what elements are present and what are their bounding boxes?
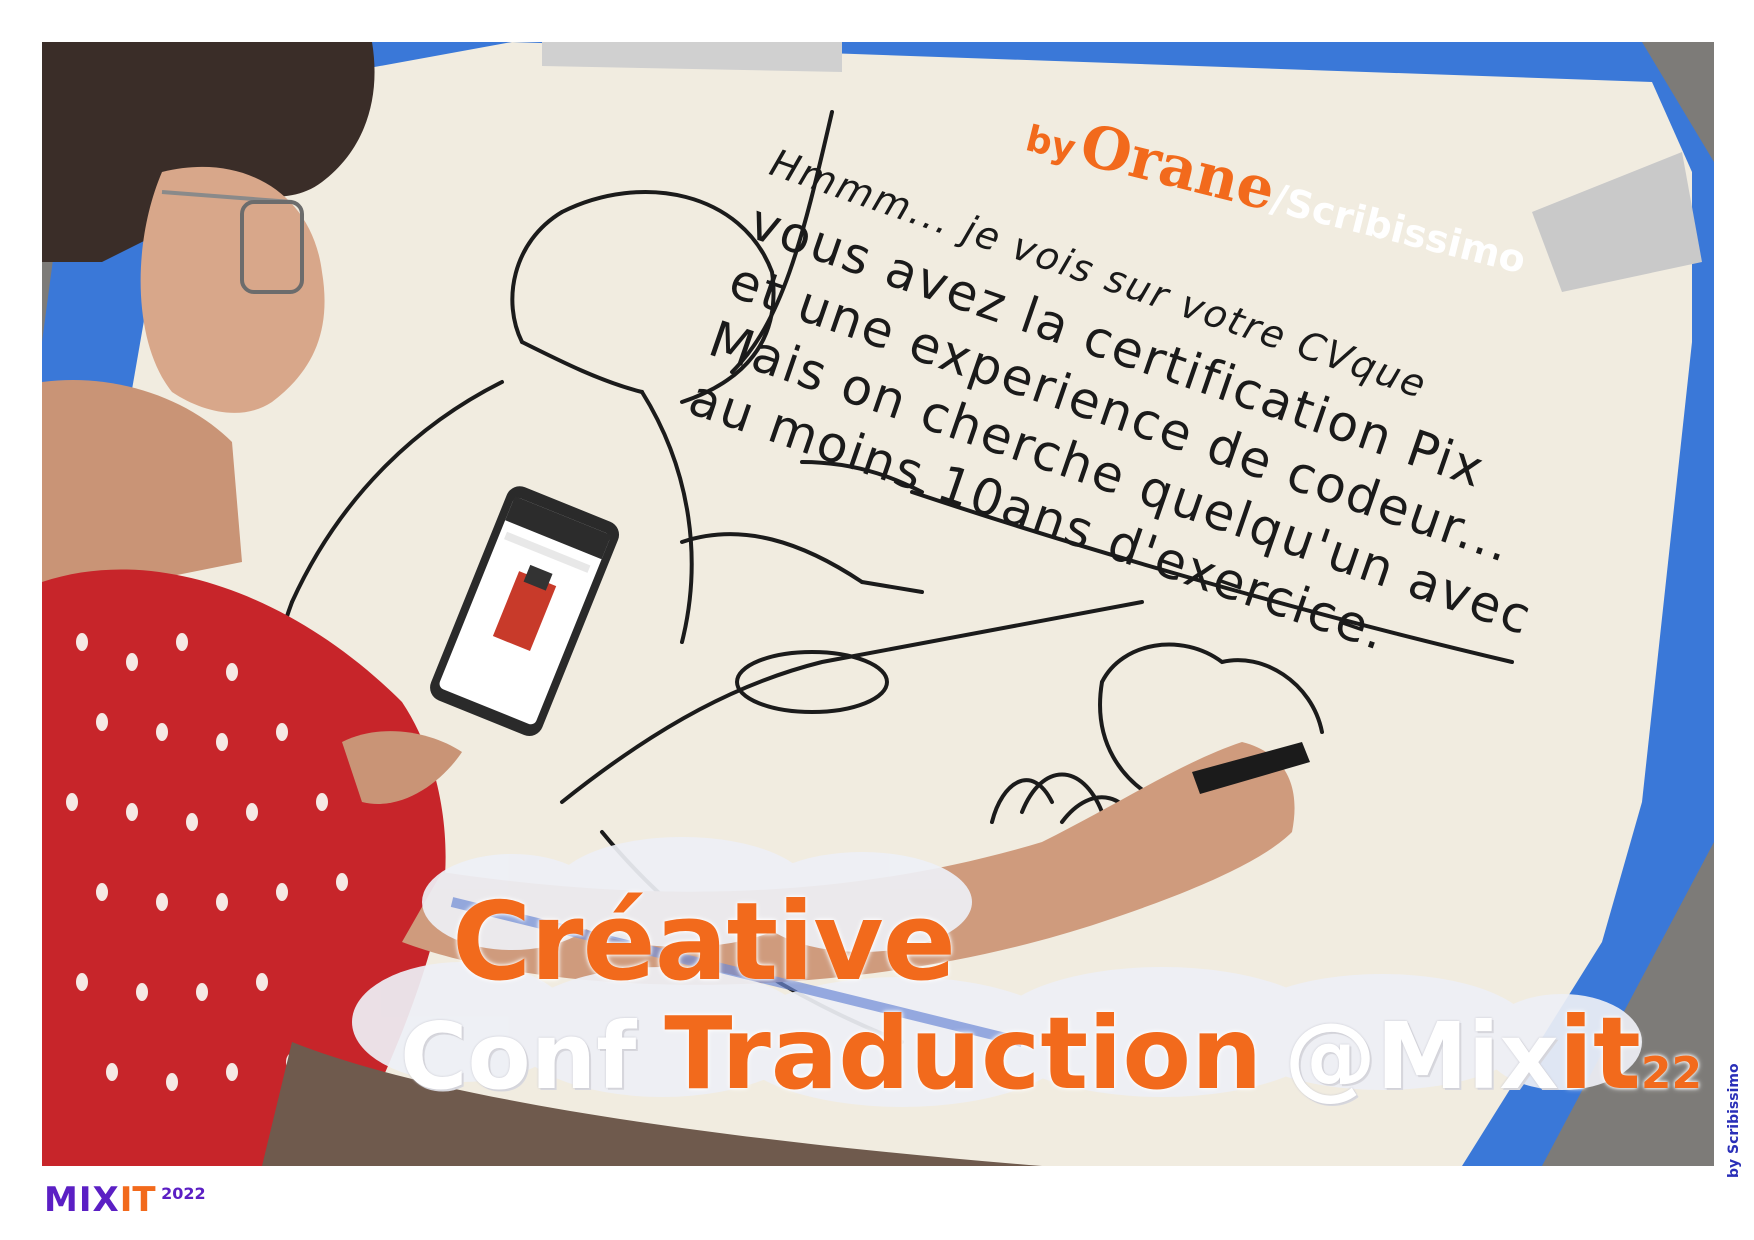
side-credit: by Scribissimo [1726, 1063, 1742, 1178]
title-traduction: Traduction [664, 995, 1263, 1112]
logo-mix: MIX [44, 1180, 120, 1220]
logo-it: IT [119, 1180, 156, 1220]
title-year: 22 [1640, 1048, 1703, 1099]
title-conf: Conf [400, 1003, 637, 1110]
title-line-2: Conf Traduction @Mixit22 [400, 995, 1702, 1112]
title-creative: Créative [452, 880, 956, 1005]
title-at-mix: @Mix [1284, 1003, 1559, 1110]
title-it: it [1558, 995, 1641, 1112]
logo-year: 2022 [161, 1184, 206, 1203]
mixit-logo: MIXIT 2022 [44, 1180, 206, 1220]
